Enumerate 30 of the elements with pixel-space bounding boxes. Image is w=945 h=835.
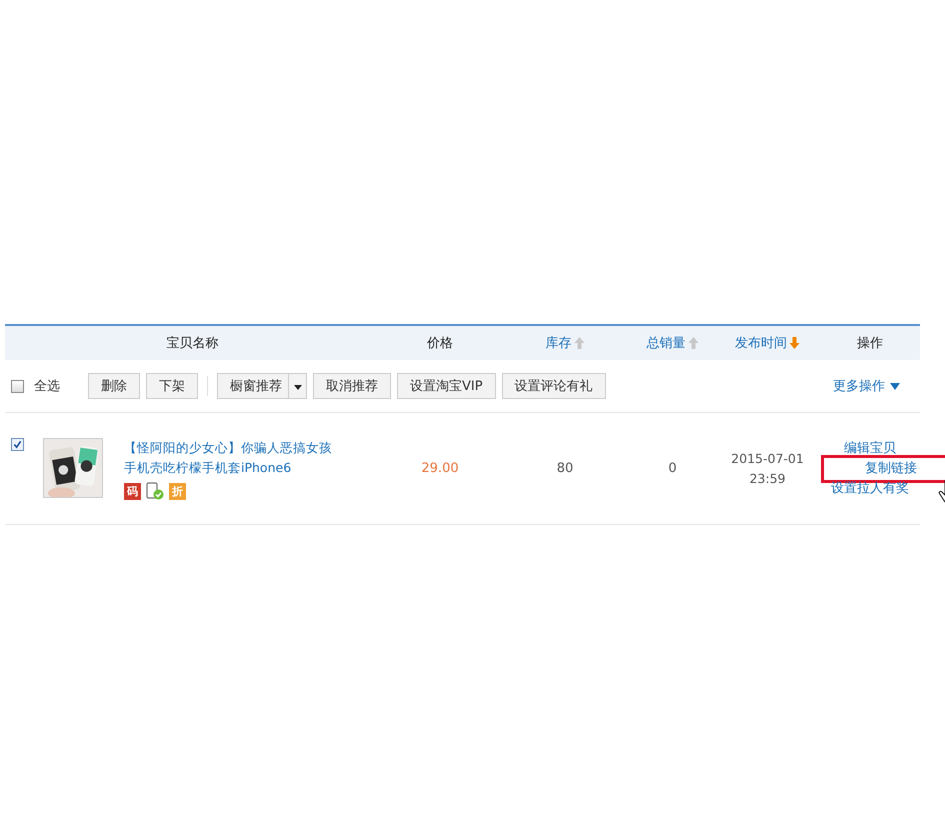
select-all-checkbox[interactable]	[11, 380, 24, 392]
tag-badge: 折	[169, 482, 186, 500]
tag-badge: 码	[124, 482, 141, 500]
sales-cell-text: 0	[667, 461, 678, 476]
toolbar-button[interactable]: 下架	[146, 373, 198, 399]
dropdown-button[interactable]	[288, 373, 307, 399]
date-text: 2015-07-01	[730, 450, 805, 468]
toolbar-button[interactable]: 删除	[88, 373, 140, 399]
sort-header[interactable]: 发布时间	[735, 334, 787, 352]
select-all-label: 全选	[34, 378, 60, 395]
column-header: 操作	[857, 335, 883, 352]
product-title-link[interactable]: 【怪阿阳的少女心】你骗人恶搞女孩手机壳吃柠檬手机套iPhone6	[124, 438, 334, 478]
toolbar-button[interactable]: 橱窗推荐	[217, 373, 288, 399]
sort-header[interactable]: 总销量	[646, 334, 686, 352]
column-header: 宝贝名称	[166, 335, 218, 352]
phone-check-icon	[146, 482, 164, 500]
price-cell-text: 29.00	[420, 461, 460, 476]
stock-cell-text: 80	[556, 461, 574, 476]
toolbar-button[interactable]: 设置淘宝VIP	[397, 373, 496, 399]
toolbar-button[interactable]: 取消推荐	[313, 373, 391, 399]
row-checkbox[interactable]	[11, 438, 24, 451]
sort-header[interactable]: 库存	[546, 334, 572, 352]
column-header: 价格	[427, 335, 453, 352]
time-text: 23:59	[748, 470, 787, 488]
caret-icon	[890, 382, 900, 390]
more-actions-link[interactable]: 更多操作	[833, 377, 900, 395]
caret-icon	[294, 384, 302, 390]
action-link[interactable]: 设置拉人有奖	[825, 478, 915, 498]
toolbar-button[interactable]: 设置评论有礼	[502, 373, 606, 399]
action-link[interactable]: 编辑宝贝	[838, 438, 902, 458]
